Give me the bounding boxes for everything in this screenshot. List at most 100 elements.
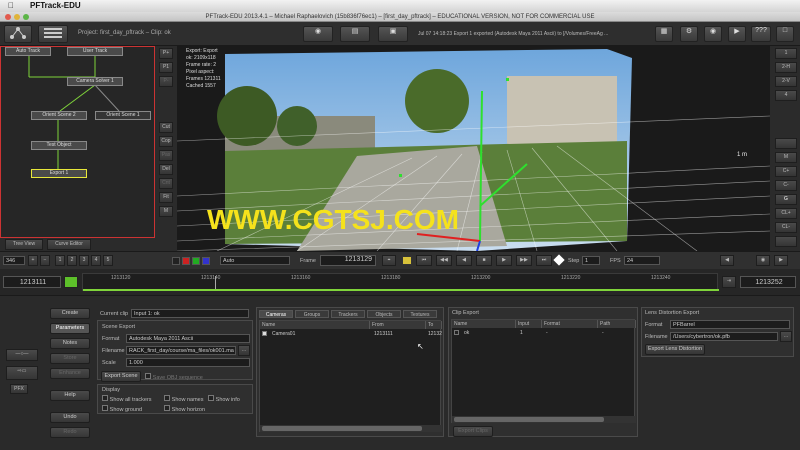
layout-4-button[interactable]: 4 <box>775 90 797 101</box>
node-btn-copy[interactable]: Cop <box>159 136 173 147</box>
show-horizon-checkbox[interactable] <box>164 405 170 411</box>
show-info-option[interactable]: Show info <box>208 395 240 403</box>
export-scene-button[interactable]: Export Scene <box>101 371 141 382</box>
table-row[interactable]: Camera01 1213111 12132 <box>262 331 442 339</box>
loop-marker-icon[interactable] <box>553 254 565 266</box>
node-btn-fit[interactable]: Fit <box>159 192 173 203</box>
view-c-minus-button[interactable]: C- <box>775 180 797 191</box>
clip-scrollbar[interactable] <box>452 416 636 423</box>
node-btn-cnt[interactable]: Cnt <box>159 178 173 189</box>
export-clips-button[interactable]: Export Clips <box>453 426 493 437</box>
col-from[interactable]: From <box>370 321 426 329</box>
step-forward-icon[interactable]: ▶▶ <box>516 255 532 266</box>
film-icon[interactable]: ▤ <box>340 26 370 42</box>
view-c-plus-button[interactable]: C+ <box>775 166 797 177</box>
view-cl-minus-button[interactable]: CL- <box>775 222 797 233</box>
render-icon[interactable]: ◉ <box>704 26 722 42</box>
skip-end-icon[interactable]: ⏭ <box>536 255 552 266</box>
color-swatch-red[interactable] <box>182 257 190 265</box>
store-button[interactable]: Store <box>50 353 90 364</box>
tick-2[interactable]: 2 <box>67 255 77 266</box>
play-icon[interactable]: ▶ <box>496 255 512 266</box>
timeline[interactable]: 1213111 1213120 1213140 1213160 1213180 … <box>0 269 800 295</box>
notes-button[interactable]: Notes <box>50 338 90 349</box>
create-button[interactable]: Create <box>50 308 90 319</box>
view-blank-button[interactable] <box>775 138 797 149</box>
tab-groups[interactable]: Groups <box>295 310 329 318</box>
tick-4[interactable]: 4 <box>91 255 101 266</box>
col-name[interactable]: Name <box>260 321 370 329</box>
show-all-trackers-option[interactable]: Show all trackers <box>102 395 152 403</box>
color-swatch-green[interactable] <box>192 257 200 265</box>
col-to[interactable]: To <box>426 321 442 329</box>
node-btn-cut[interactable]: Cut <box>159 122 173 133</box>
cameras-scrollbar[interactable] <box>260 425 442 432</box>
node-test-object[interactable]: Test Object <box>31 141 87 150</box>
clip-checkbox[interactable] <box>454 330 459 335</box>
pfx-icon[interactable]: PFX <box>10 384 28 394</box>
node-tree-icon[interactable] <box>4 25 32 43</box>
layout-icon[interactable]: ▦ <box>655 26 673 42</box>
zoom-in-icon[interactable]: + <box>28 255 38 266</box>
save-obj-option[interactable]: Save OBJ sequence <box>145 373 203 381</box>
view-cl-plus-button[interactable]: CL+ <box>775 208 797 219</box>
node-auto-track[interactable]: Auto Track <box>5 47 51 56</box>
zoom-out-icon[interactable]: − <box>40 255 50 266</box>
minimize-window-button[interactable] <box>14 14 20 20</box>
save-obj-checkbox[interactable] <box>145 373 151 379</box>
center-icon[interactable]: ⌖ <box>382 255 396 266</box>
timeline-left-icon[interactable]: ◀ <box>720 255 734 266</box>
node-btn-delete[interactable]: Del <box>159 164 173 175</box>
view-extra-button[interactable] <box>775 236 797 247</box>
scene-icon[interactable]: ▣ <box>378 26 408 42</box>
stop-icon[interactable]: ■ <box>476 255 492 266</box>
tick-5[interactable]: 5 <box>103 255 113 266</box>
app-menu[interactable]: PFTrack-EDU <box>30 1 81 10</box>
color-swatch-black[interactable] <box>172 257 180 265</box>
show-names-checkbox[interactable] <box>164 395 170 401</box>
camera-checkbox[interactable] <box>262 331 267 336</box>
frame-field[interactable]: 1213129 <box>320 255 376 266</box>
apple-icon[interactable]:  <box>8 1 14 10</box>
col-clip-name[interactable]: Name <box>452 320 516 328</box>
play-backward-icon[interactable]: ◀ <box>456 255 472 266</box>
tick-3[interactable]: 3 <box>79 255 89 266</box>
node-btn-paste[interactable]: Pas <box>159 150 173 161</box>
col-input[interactable]: Input <box>516 320 542 328</box>
snapshot-icon[interactable]: ◉ <box>756 255 770 266</box>
range-start-button[interactable] <box>64 276 78 288</box>
export-arrow-icon[interactable]: ⇨▭ <box>6 366 38 380</box>
display-mode-select[interactable]: Auto <box>220 256 290 265</box>
show-horizon-option[interactable]: Show horizon <box>164 405 205 413</box>
list-view-icon[interactable] <box>38 25 68 43</box>
zoom-window-button[interactable] <box>23 14 29 20</box>
export-lens-button[interactable]: Export Lens Distortion <box>645 344 705 355</box>
tab-curve-editor[interactable]: Curve Editor <box>47 239 91 250</box>
table-row[interactable]: ok 1 - - <box>454 330 634 338</box>
scale-field[interactable]: 1.000 <box>126 358 250 367</box>
slider-icon[interactable]: —○— <box>6 349 38 361</box>
step-field[interactable]: 1 <box>582 256 600 265</box>
current-clip-select[interactable]: Input 1: ok <box>131 309 249 318</box>
gear-icon[interactable]: ⚙ <box>680 26 698 42</box>
layout-2h-button[interactable]: 2-H <box>775 62 797 73</box>
timeline-track[interactable]: 1213120 1213140 1213160 1213180 1213200 … <box>82 273 719 291</box>
show-names-option[interactable]: Show names <box>164 395 203 403</box>
viewport[interactable]: Export: Export ok: 2109x118 Frame rate: … <box>177 46 770 251</box>
range-end-button[interactable]: ⇥ <box>722 276 736 288</box>
close-window-button[interactable] <box>5 14 11 20</box>
view-g-button[interactable]: G <box>775 194 797 205</box>
zoom-field[interactable]: 346 <box>3 256 25 265</box>
layout-1-button[interactable]: 1 <box>775 48 797 59</box>
node-orient-scene-2[interactable]: Orient Scene 2 <box>31 111 87 120</box>
layout-2v-button[interactable]: 2-V <box>775 76 797 87</box>
tick-1[interactable]: 1 <box>55 255 65 266</box>
show-all-trackers-checkbox[interactable] <box>102 395 108 401</box>
show-ground-checkbox[interactable] <box>102 405 108 411</box>
tab-cameras[interactable]: Cameras <box>259 310 293 318</box>
help-button[interactable]: ??? <box>751 26 771 42</box>
camera-view-icon[interactable]: ◉ <box>303 26 333 42</box>
node-btn-p1[interactable]: P1 <box>159 62 173 73</box>
col-path[interactable]: Path <box>598 320 636 328</box>
enhance-button[interactable]: Enhance <box>50 368 90 379</box>
